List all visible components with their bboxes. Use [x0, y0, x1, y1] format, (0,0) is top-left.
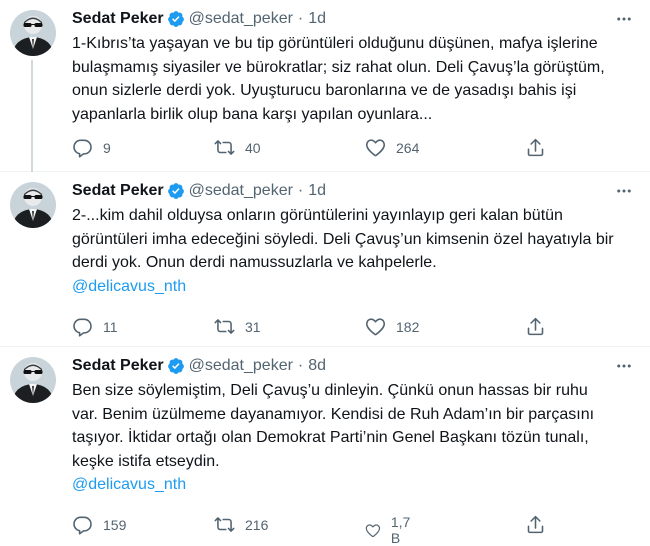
tweet-text: 1-Kıbrıs’ta yaşayan ve bu tip görüntüler… — [72, 32, 642, 126]
mention-link[interactable]: @delicavus_nth — [72, 275, 642, 299]
like-icon — [365, 520, 381, 541]
reply-button[interactable]: 159 — [72, 514, 126, 535]
tweet-text-line: onun sizlerle derdi yok. Uyuşturucu baro… — [72, 82, 577, 99]
tweet[interactable]: Sedat Peker @sedat_peker · 1d 2-...kim d… — [0, 172, 650, 347]
avatar[interactable] — [10, 182, 56, 228]
share-button[interactable] — [525, 514, 546, 535]
more-icon[interactable] — [612, 181, 636, 201]
more-icon[interactable] — [612, 356, 636, 376]
tweet-text-line: 2-...kim dahil olduysa onların görüntüle… — [72, 207, 563, 224]
reply-count: 11 — [103, 318, 118, 335]
tweet-text-line: bulaşmamış siyasiler ve bürokratlar; siz… — [72, 58, 605, 76]
avatar[interactable] — [10, 357, 56, 403]
like-count: 182 — [396, 318, 420, 335]
separator: · — [297, 182, 304, 199]
tweet[interactable]: Sedat Peker @sedat_peker · 1d 1-Kıbrıs’t… — [0, 0, 650, 172]
retweet-icon — [214, 514, 235, 535]
tweet-text-line: taşıyor. İktidar ortağı olan Demokrat Pa… — [72, 429, 589, 446]
timestamp[interactable]: 8d — [308, 357, 326, 375]
reply-count: 159 — [103, 516, 127, 533]
reply-icon — [72, 137, 93, 158]
verified-badge-icon — [167, 357, 185, 375]
retweet-icon — [214, 316, 235, 337]
timestamp[interactable]: 1d — [308, 182, 326, 200]
retweet-button[interactable]: 40 — [214, 137, 261, 158]
tweet-text-line: var. Benim üzülmeme dayanamıyor. Kendisi… — [72, 405, 595, 423]
reply-icon — [72, 316, 93, 337]
author-name[interactable]: Sedat Peker — [72, 10, 164, 28]
tweet-text-line: keşke istifa etseydin. — [72, 452, 220, 470]
mention-link[interactable]: @delicavus_nth — [72, 473, 642, 497]
tweet-text-line: Ben size söylemiştim, Deli Çavuş’u dinle… — [72, 382, 588, 399]
reply-button[interactable]: 9 — [72, 137, 111, 158]
tweet-text-line: görüntüleri imha edeceğini söyledi. Deli… — [72, 230, 614, 248]
verified-badge-icon — [167, 182, 185, 200]
retweet-button[interactable]: 216 — [214, 514, 268, 535]
like-button[interactable]: 264 — [365, 137, 419, 158]
author-handle[interactable]: @sedat_peker — [189, 182, 293, 200]
tweet-text: 2-...kim dahil olduysa onların görüntüle… — [72, 204, 642, 298]
like-button[interactable]: 182 — [365, 316, 419, 337]
retweet-count: 40 — [245, 139, 261, 156]
share-icon — [525, 514, 546, 535]
tweet-text-line: derdi yok. Onun derdi namussuzlarla ve k… — [72, 254, 437, 271]
tweet-header: Sedat Peker @sedat_peker · 1d — [72, 181, 642, 201]
tweet-text: Ben size söylemiştim, Deli Çavuş’u dinle… — [72, 379, 642, 497]
retweet-count: 216 — [245, 516, 269, 533]
author-name[interactable]: Sedat Peker — [72, 357, 164, 375]
verified-badge-icon — [167, 10, 185, 28]
like-icon — [365, 316, 386, 337]
share-button[interactable] — [525, 316, 546, 337]
author-name[interactable]: Sedat Peker — [72, 182, 164, 200]
share-icon — [525, 137, 546, 158]
thread-line — [31, 60, 33, 172]
share-icon — [525, 316, 546, 337]
reply-count: 9 — [103, 139, 111, 156]
more-icon[interactable] — [612, 9, 636, 29]
author-handle[interactable]: @sedat_peker — [189, 357, 293, 375]
tweet-header: Sedat Peker @sedat_peker · 8d — [72, 356, 642, 376]
separator: · — [297, 357, 304, 374]
retweet-icon — [214, 137, 235, 158]
separator: · — [297, 10, 304, 27]
timestamp[interactable]: 1d — [308, 10, 326, 28]
like-count: 1,7 B — [390, 514, 411, 546]
reply-icon — [72, 514, 93, 535]
tweet-text-line: 1-Kıbrıs’ta yaşayan ve bu tip görüntüler… — [72, 35, 598, 52]
author-handle[interactable]: @sedat_peker — [189, 10, 293, 28]
like-count: 264 — [396, 139, 420, 156]
retweet-count: 31 — [245, 318, 261, 335]
share-button[interactable] — [525, 137, 546, 158]
tweet-header: Sedat Peker @sedat_peker · 1d — [72, 9, 642, 29]
avatar[interactable] — [10, 10, 56, 56]
like-button[interactable]: 1,7 B — [365, 514, 415, 546]
retweet-button[interactable]: 31 — [214, 316, 261, 337]
like-icon — [365, 137, 386, 158]
tweet-text-line: yapanlarla birlik olup bana karşı yapıla… — [72, 105, 433, 123]
tweet[interactable]: Sedat Peker @sedat_peker · 8d Ben size s… — [0, 347, 650, 546]
reply-button[interactable]: 11 — [72, 316, 118, 337]
